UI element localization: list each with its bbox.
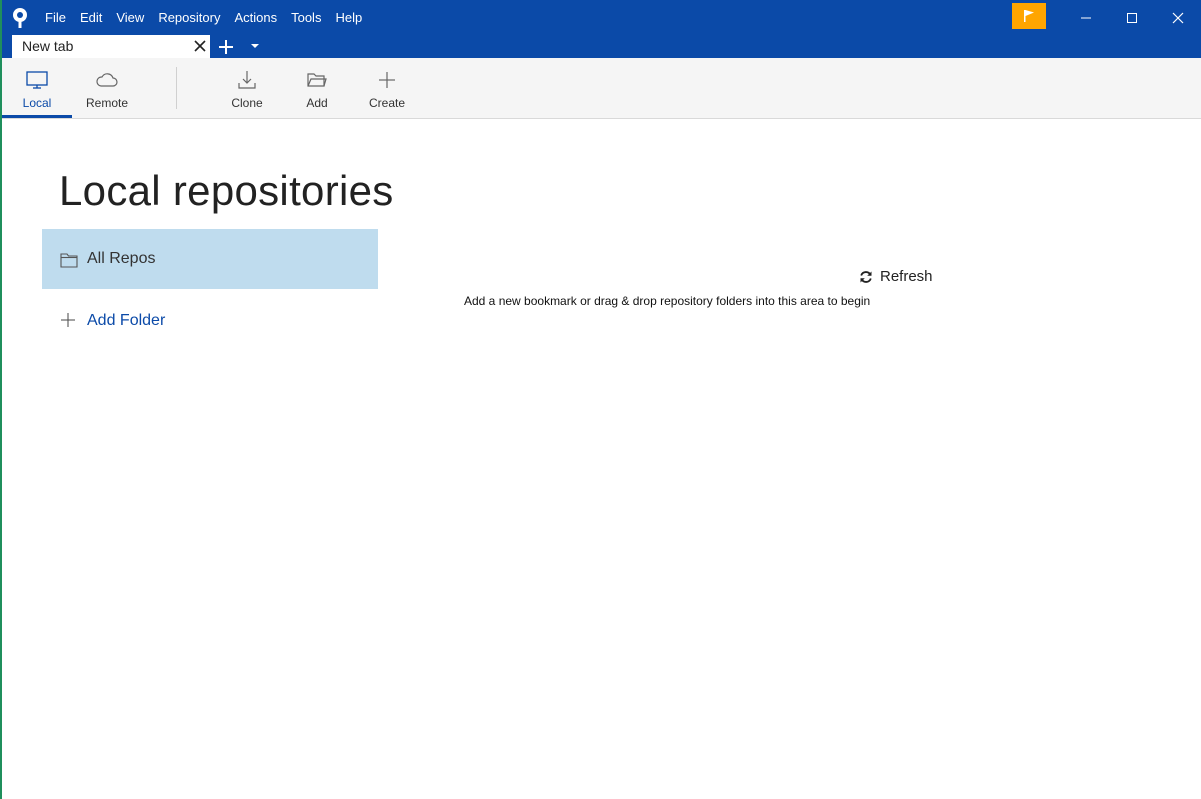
create-button[interactable]: Create [352, 58, 422, 118]
cloud-icon [96, 73, 118, 87]
tab-title: New tab [22, 38, 74, 54]
add-button[interactable]: Add [282, 58, 352, 118]
monitor-icon [26, 71, 48, 89]
minimize-icon [1081, 17, 1091, 18]
plus-icon [379, 72, 395, 88]
add-folder-button[interactable]: Add Folder [60, 310, 190, 332]
page-title: Local repositories [59, 167, 394, 214]
menu-help[interactable]: Help [328, 0, 369, 35]
remote-label: Remote [85, 96, 129, 110]
chevron-down-icon [251, 44, 259, 48]
tab-list-dropdown[interactable] [248, 39, 262, 53]
notification-flag-button[interactable] [1012, 3, 1046, 29]
plus-icon [219, 40, 233, 54]
close-icon [1172, 12, 1184, 23]
menu-tools[interactable]: Tools [284, 0, 328, 35]
menu-actions[interactable]: Actions [227, 0, 284, 35]
app-window: File Edit View Repository Actions Tools … [2, 0, 1201, 799]
tab-new-tab[interactable]: New tab [12, 35, 210, 58]
menu-edit[interactable]: Edit [73, 0, 109, 35]
tab-strip: New tab [2, 35, 1201, 58]
new-tab-button[interactable] [216, 37, 236, 57]
refresh-label: Refresh [880, 268, 933, 285]
refresh-icon [860, 271, 872, 283]
maximize-button[interactable] [1109, 0, 1155, 35]
local-button[interactable]: Local [2, 58, 72, 118]
selected-indicator [2, 115, 72, 118]
flag-icon [1024, 10, 1034, 22]
sourcetree-logo-icon[interactable] [10, 7, 30, 29]
close-window-button[interactable] [1155, 0, 1201, 35]
menu-view[interactable]: View [109, 0, 151, 35]
clone-label: Clone [231, 96, 263, 110]
menu-file[interactable]: File [38, 0, 73, 35]
maximize-icon [1127, 12, 1137, 23]
folder-open-icon [307, 73, 327, 87]
menu-repository[interactable]: Repository [151, 0, 227, 35]
folder-icon [60, 253, 78, 268]
sidebar-item-label: All Repos [87, 250, 156, 267]
menu-bar: File Edit View Repository Actions Tools … [38, 0, 369, 35]
add-folder-label: Add Folder [87, 312, 166, 329]
minimize-button[interactable] [1063, 0, 1109, 35]
sidebar-item-all-repos[interactable]: All Repos [42, 229, 378, 289]
add-label: Add [306, 96, 328, 110]
tab-close-icon[interactable] [193, 39, 207, 53]
clone-button[interactable]: Clone [212, 58, 282, 118]
toolbar: Local Remote Clone Add Create [2, 58, 1201, 119]
download-icon [238, 71, 256, 89]
refresh-button[interactable]: Refresh [859, 268, 939, 288]
create-label: Create [368, 96, 406, 110]
empty-state-hint: Add a new bookmark or drag & drop reposi… [464, 294, 871, 308]
title-bar: File Edit View Repository Actions Tools … [2, 0, 1201, 35]
remote-button[interactable]: Remote [72, 58, 142, 118]
toolbar-separator [176, 67, 177, 109]
local-label: Local [22, 96, 52, 110]
plus-icon [61, 313, 75, 327]
